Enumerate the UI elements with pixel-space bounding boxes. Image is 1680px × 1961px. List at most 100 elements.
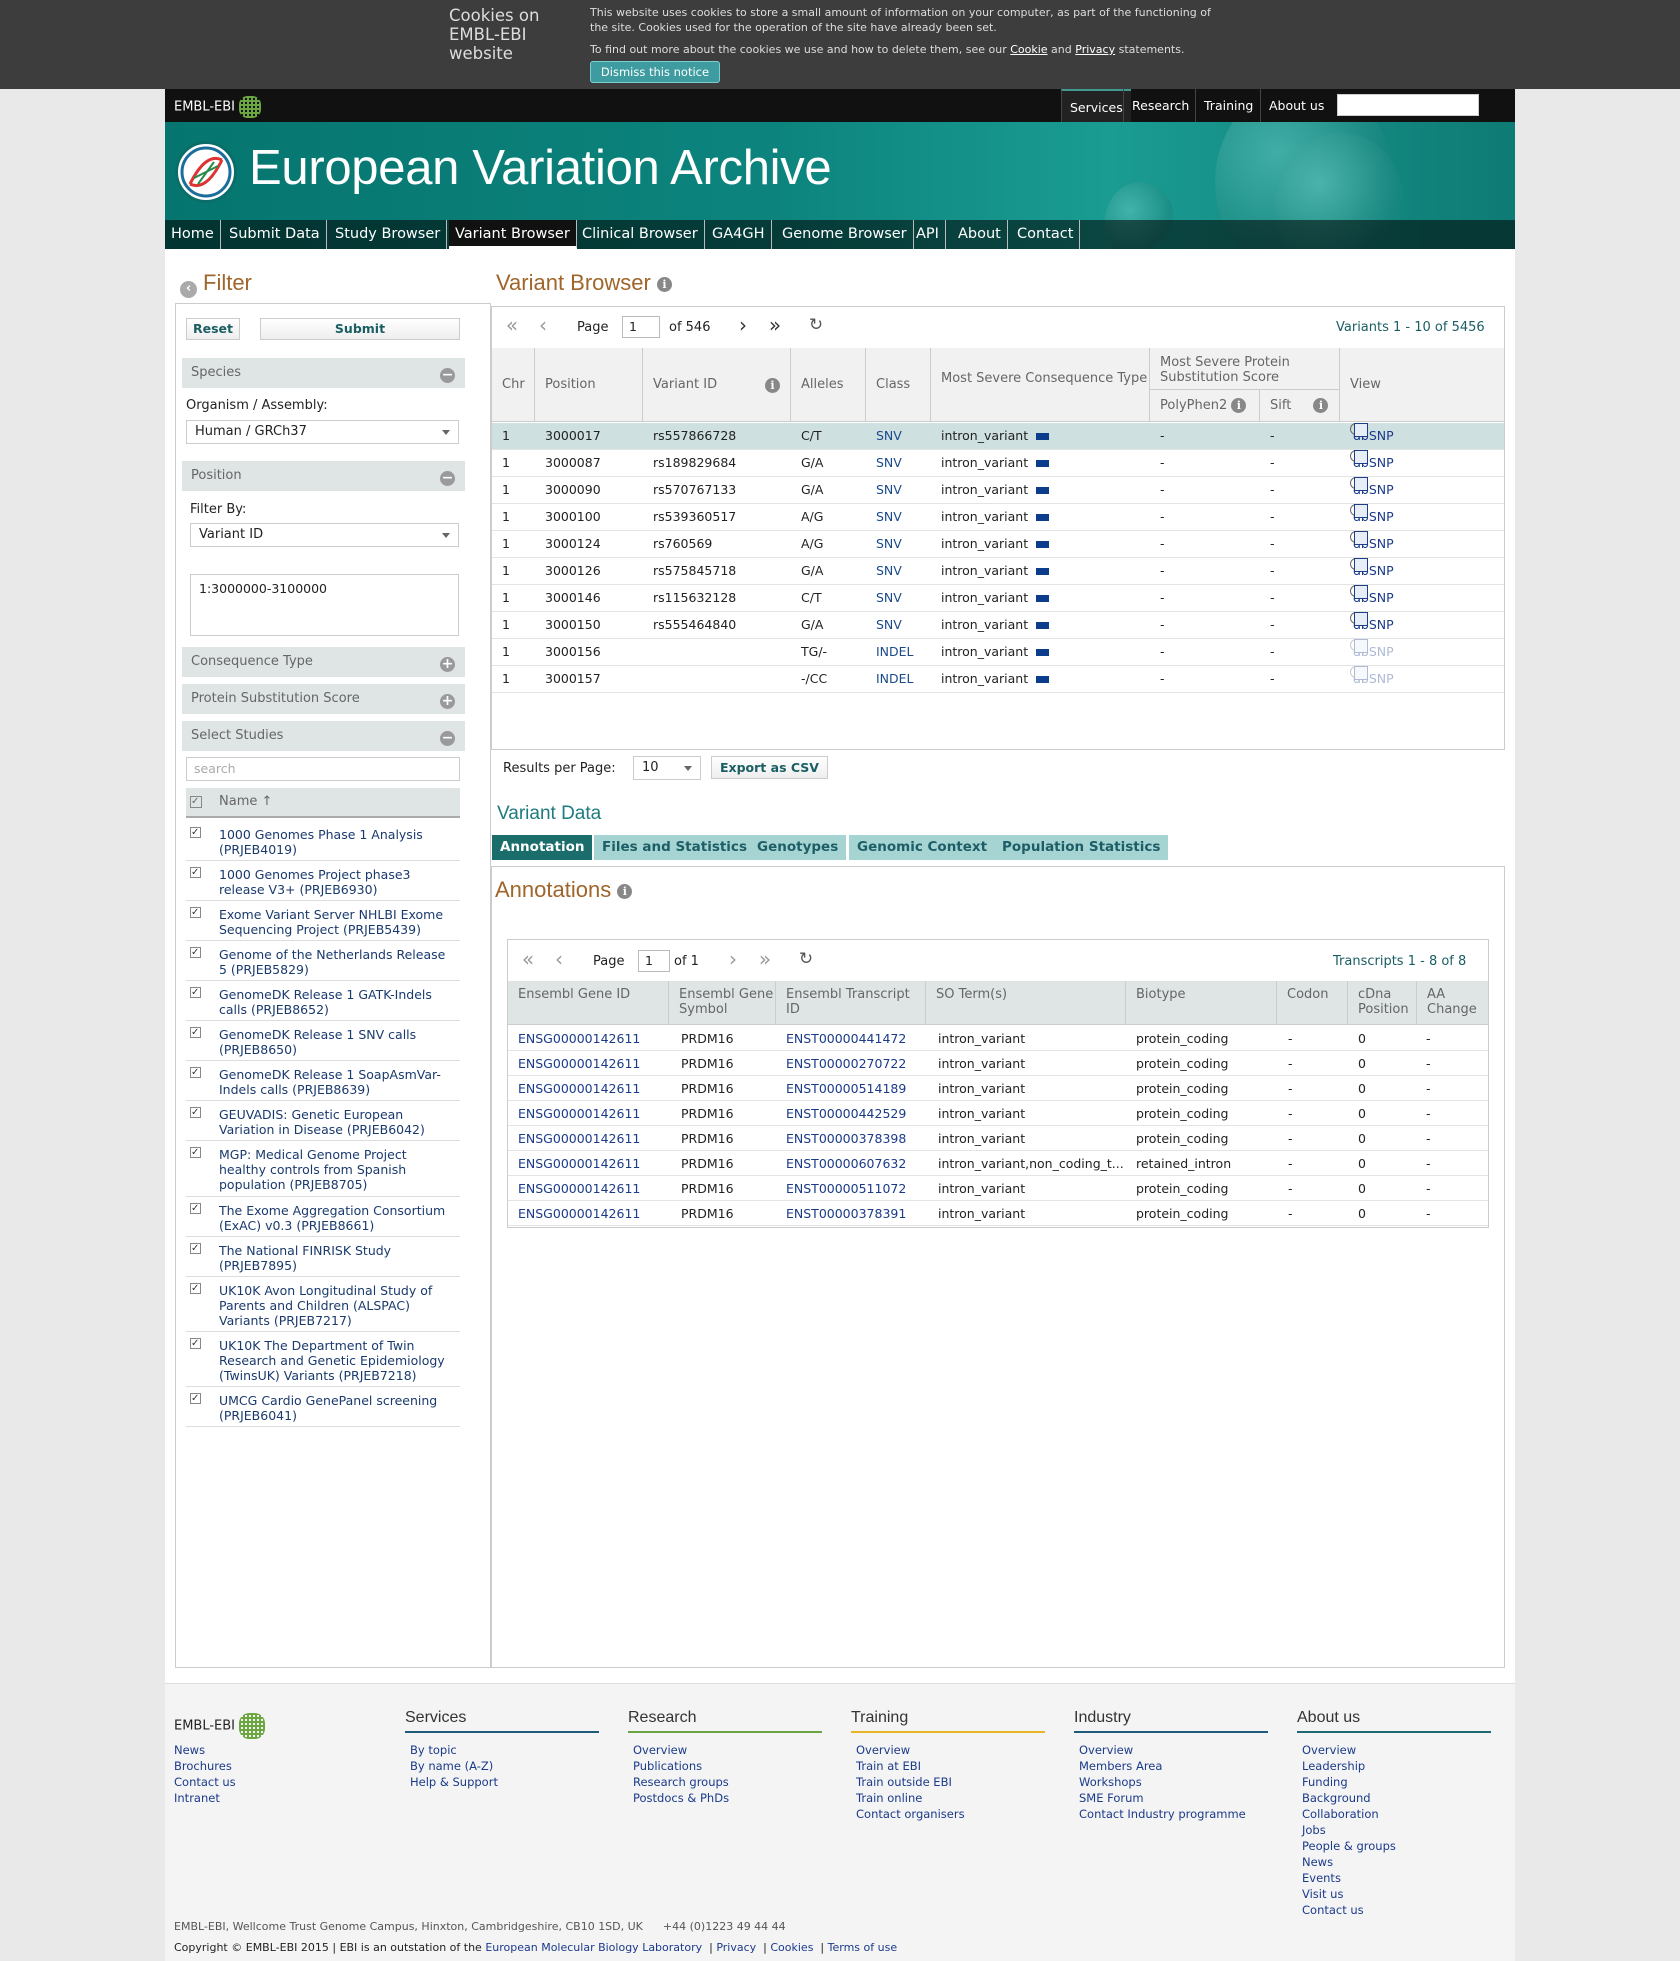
collapse-icon[interactable]: − [440, 731, 455, 746]
footer-link[interactable]: Help & Support [410, 1774, 498, 1790]
variant-row[interactable]: 1 3000150 rs555464840 G/A SNV intron_variant -… [492, 612, 1504, 639]
variant-row[interactable]: 1 3000090 rs570767133 G/A SNV intron_variant -… [492, 477, 1504, 504]
gene-id-link[interactable]: ENSG00000142611 [518, 1201, 640, 1226]
transcript-id-link[interactable]: ENST00000378391 [786, 1201, 906, 1226]
transcript-id-link[interactable]: ENST00000442529 [786, 1101, 906, 1126]
first-page-icon[interactable]: « [502, 315, 522, 336]
footer-link[interactable]: Members Area [1079, 1758, 1246, 1774]
col-variant-id[interactable]: Variant ID i [643, 348, 791, 422]
nav-variant-browser[interactable]: Variant Browser [449, 220, 577, 249]
refresh-icon[interactable]: ↻ [806, 316, 826, 336]
eva-logo[interactable] [175, 141, 237, 203]
dbsnp-icon[interactable] [1354, 504, 1368, 518]
nav-genome-browser[interactable]: Genome Browser [776, 220, 914, 249]
footer-logo[interactable]: EMBL-EBI [174, 1713, 266, 1739]
collapse-icon[interactable]: − [440, 368, 455, 383]
col-alleles[interactable]: Alleles [791, 348, 866, 422]
footer-link[interactable]: Contact us [174, 1774, 236, 1790]
study-item[interactable]: ✓ MGP: Medical Genome Project healthy con… [186, 1141, 460, 1197]
transcript-row[interactable]: ENSG00000142611 PRDM16 ENST00000511072 intr… [508, 1176, 1488, 1201]
study-item[interactable]: ✓ GenomeDK Release 1 GATK-Indels calls (P… [186, 981, 460, 1021]
footer-link[interactable]: Overview [1079, 1742, 1246, 1758]
embl-link[interactable]: European Molecular Biology Laboratory [485, 1941, 702, 1954]
dbsnp-icon[interactable] [1354, 639, 1368, 653]
info-icon[interactable]: i [617, 883, 633, 899]
study-item[interactable]: ✓ 1000 Genomes Phase 1 Analysis (PRJEB401… [186, 821, 460, 861]
footer-link[interactable]: Visit us [1302, 1886, 1396, 1902]
dismiss-button[interactable]: Dismiss this notice [590, 61, 720, 83]
submit-button[interactable]: Submit [260, 318, 460, 340]
study-item[interactable]: ✓ Genome of the Netherlands Release 5 (PR… [186, 941, 460, 981]
page-input[interactable]: 1 [622, 316, 660, 338]
variant-row[interactable]: 1 3000126 rs575845718 G/A SNV intron_variant -… [492, 558, 1504, 585]
tab-annotation[interactable]: Annotation [492, 835, 595, 860]
embl-ebi-logo[interactable]: EMBL-EBI [174, 96, 262, 118]
footer-link[interactable]: Funding [1302, 1774, 1396, 1790]
variant-row[interactable]: 1 3000156 TG/- INDEL intron_variant - - dbSNP [492, 639, 1504, 666]
footer-link[interactable]: Jobs [1302, 1822, 1396, 1838]
gene-id-link[interactable]: ENSG00000142611 [518, 1101, 640, 1126]
transcript-row[interactable]: ENSG00000142611 PRDM16 ENST00000442529 intr… [508, 1101, 1488, 1126]
study-item[interactable]: ✓ GenomeDK Release 1 SNV calls (PRJEB8650… [186, 1021, 460, 1061]
ann-page-input[interactable]: 1 [638, 950, 670, 972]
transcript-row[interactable]: ENSG00000142611 PRDM16 ENST00000441472 intr… [508, 1026, 1488, 1051]
info-icon[interactable]: i [1313, 398, 1329, 413]
study-checkbox[interactable]: ✓ [190, 947, 201, 958]
footer-link[interactable]: Contact organisers [856, 1806, 965, 1822]
expand-icon[interactable]: + [440, 657, 455, 672]
transcript-id-link[interactable]: ENST00000378398 [786, 1126, 906, 1151]
footer-link[interactable]: Intranet [174, 1790, 236, 1806]
ann-col-header[interactable]: Biotype [1126, 981, 1277, 1025]
dbsnp-icon[interactable] [1354, 612, 1368, 626]
transcript-row[interactable]: ENSG00000142611 PRDM16 ENST00000270722 intr… [508, 1051, 1488, 1076]
nav-study-browser[interactable]: Study Browser [329, 220, 448, 249]
variant-row[interactable]: 1 3000100 rs539360517 A/G SNV intron_variant -… [492, 504, 1504, 531]
ann-col-header[interactable]: Codon [1277, 981, 1348, 1025]
reset-button[interactable]: Reset [186, 318, 240, 340]
dbsnp-icon[interactable] [1354, 666, 1368, 680]
transcript-id-link[interactable]: ENST00000511072 [786, 1176, 906, 1201]
transcript-id-link[interactable]: ENST00000514189 [786, 1076, 906, 1101]
study-checkbox[interactable]: ✓ [190, 867, 201, 878]
ann-col-header[interactable]: cDna Position [1348, 981, 1417, 1025]
global-search-input[interactable] [1337, 94, 1479, 116]
collapse-filter-icon[interactable]: ‹ [180, 281, 197, 298]
footer-link[interactable]: People & groups [1302, 1838, 1396, 1854]
info-icon[interactable]: i [765, 378, 780, 393]
footer-link[interactable]: Workshops [1079, 1774, 1246, 1790]
region-textarea[interactable]: 1:3000000-3100000 [190, 574, 459, 636]
nav-ga4gh[interactable]: GA4GH [706, 220, 772, 249]
variant-row[interactable]: 1 3000124 rs760569 A/G SNV intron_variant - - db… [492, 531, 1504, 558]
variant-row[interactable]: 1 3000157 -/CC INDEL intron_variant - - dbSNP [492, 666, 1504, 693]
global-link-services[interactable]: Services [1061, 89, 1131, 122]
nav-clinical-browser[interactable]: Clinical Browser [576, 220, 705, 249]
dbsnp-icon[interactable] [1354, 477, 1368, 491]
footer-link[interactable]: Research groups [633, 1774, 729, 1790]
protein-score-section-header[interactable]: Protein Substitution Score + [182, 684, 465, 714]
footer-link[interactable]: Train online [856, 1790, 965, 1806]
footer-link[interactable]: Overview [633, 1742, 729, 1758]
organism-select[interactable]: Human / GRCh37 [186, 420, 459, 444]
tab-files-statistics[interactable]: Files and Statistics [594, 835, 757, 860]
transcript-row[interactable]: ENSG00000142611 PRDM16 ENST00000378398 intr… [508, 1126, 1488, 1151]
study-checkbox[interactable]: ✓ [190, 1338, 201, 1349]
dbsnp-icon[interactable] [1354, 531, 1368, 545]
footer-link[interactable]: Contact us [1302, 1902, 1396, 1918]
dbsnp-icon[interactable] [1354, 450, 1368, 464]
next-page-icon[interactable]: › [733, 315, 753, 336]
col-consequence[interactable]: Most Severe Consequence Type [931, 348, 1150, 422]
global-link-research[interactable]: Research [1123, 89, 1197, 122]
study-checkbox[interactable]: ✓ [190, 1147, 201, 1158]
cookies-link[interactable]: Cookies [770, 1941, 813, 1954]
export-csv-button[interactable]: Export as CSV [711, 756, 828, 779]
prev-page-icon[interactable]: ‹ [549, 949, 569, 970]
dbsnp-icon[interactable] [1354, 558, 1368, 572]
ann-col-header[interactable]: Ensembl Gene Symbol [669, 981, 776, 1025]
footer-link[interactable]: Overview [1302, 1742, 1396, 1758]
study-checkbox[interactable]: ✓ [190, 1067, 201, 1078]
study-item[interactable]: ✓ GEUVADIS: Genetic European Variation in… [186, 1101, 460, 1141]
footer-link[interactable]: SME Forum [1079, 1790, 1246, 1806]
last-page-icon[interactable]: » [765, 315, 785, 336]
variant-row[interactable]: 1 3000017 rs557866728 C/T SNV intron_variant -… [492, 423, 1504, 450]
transcript-id-link[interactable]: ENST00000270722 [786, 1051, 906, 1076]
